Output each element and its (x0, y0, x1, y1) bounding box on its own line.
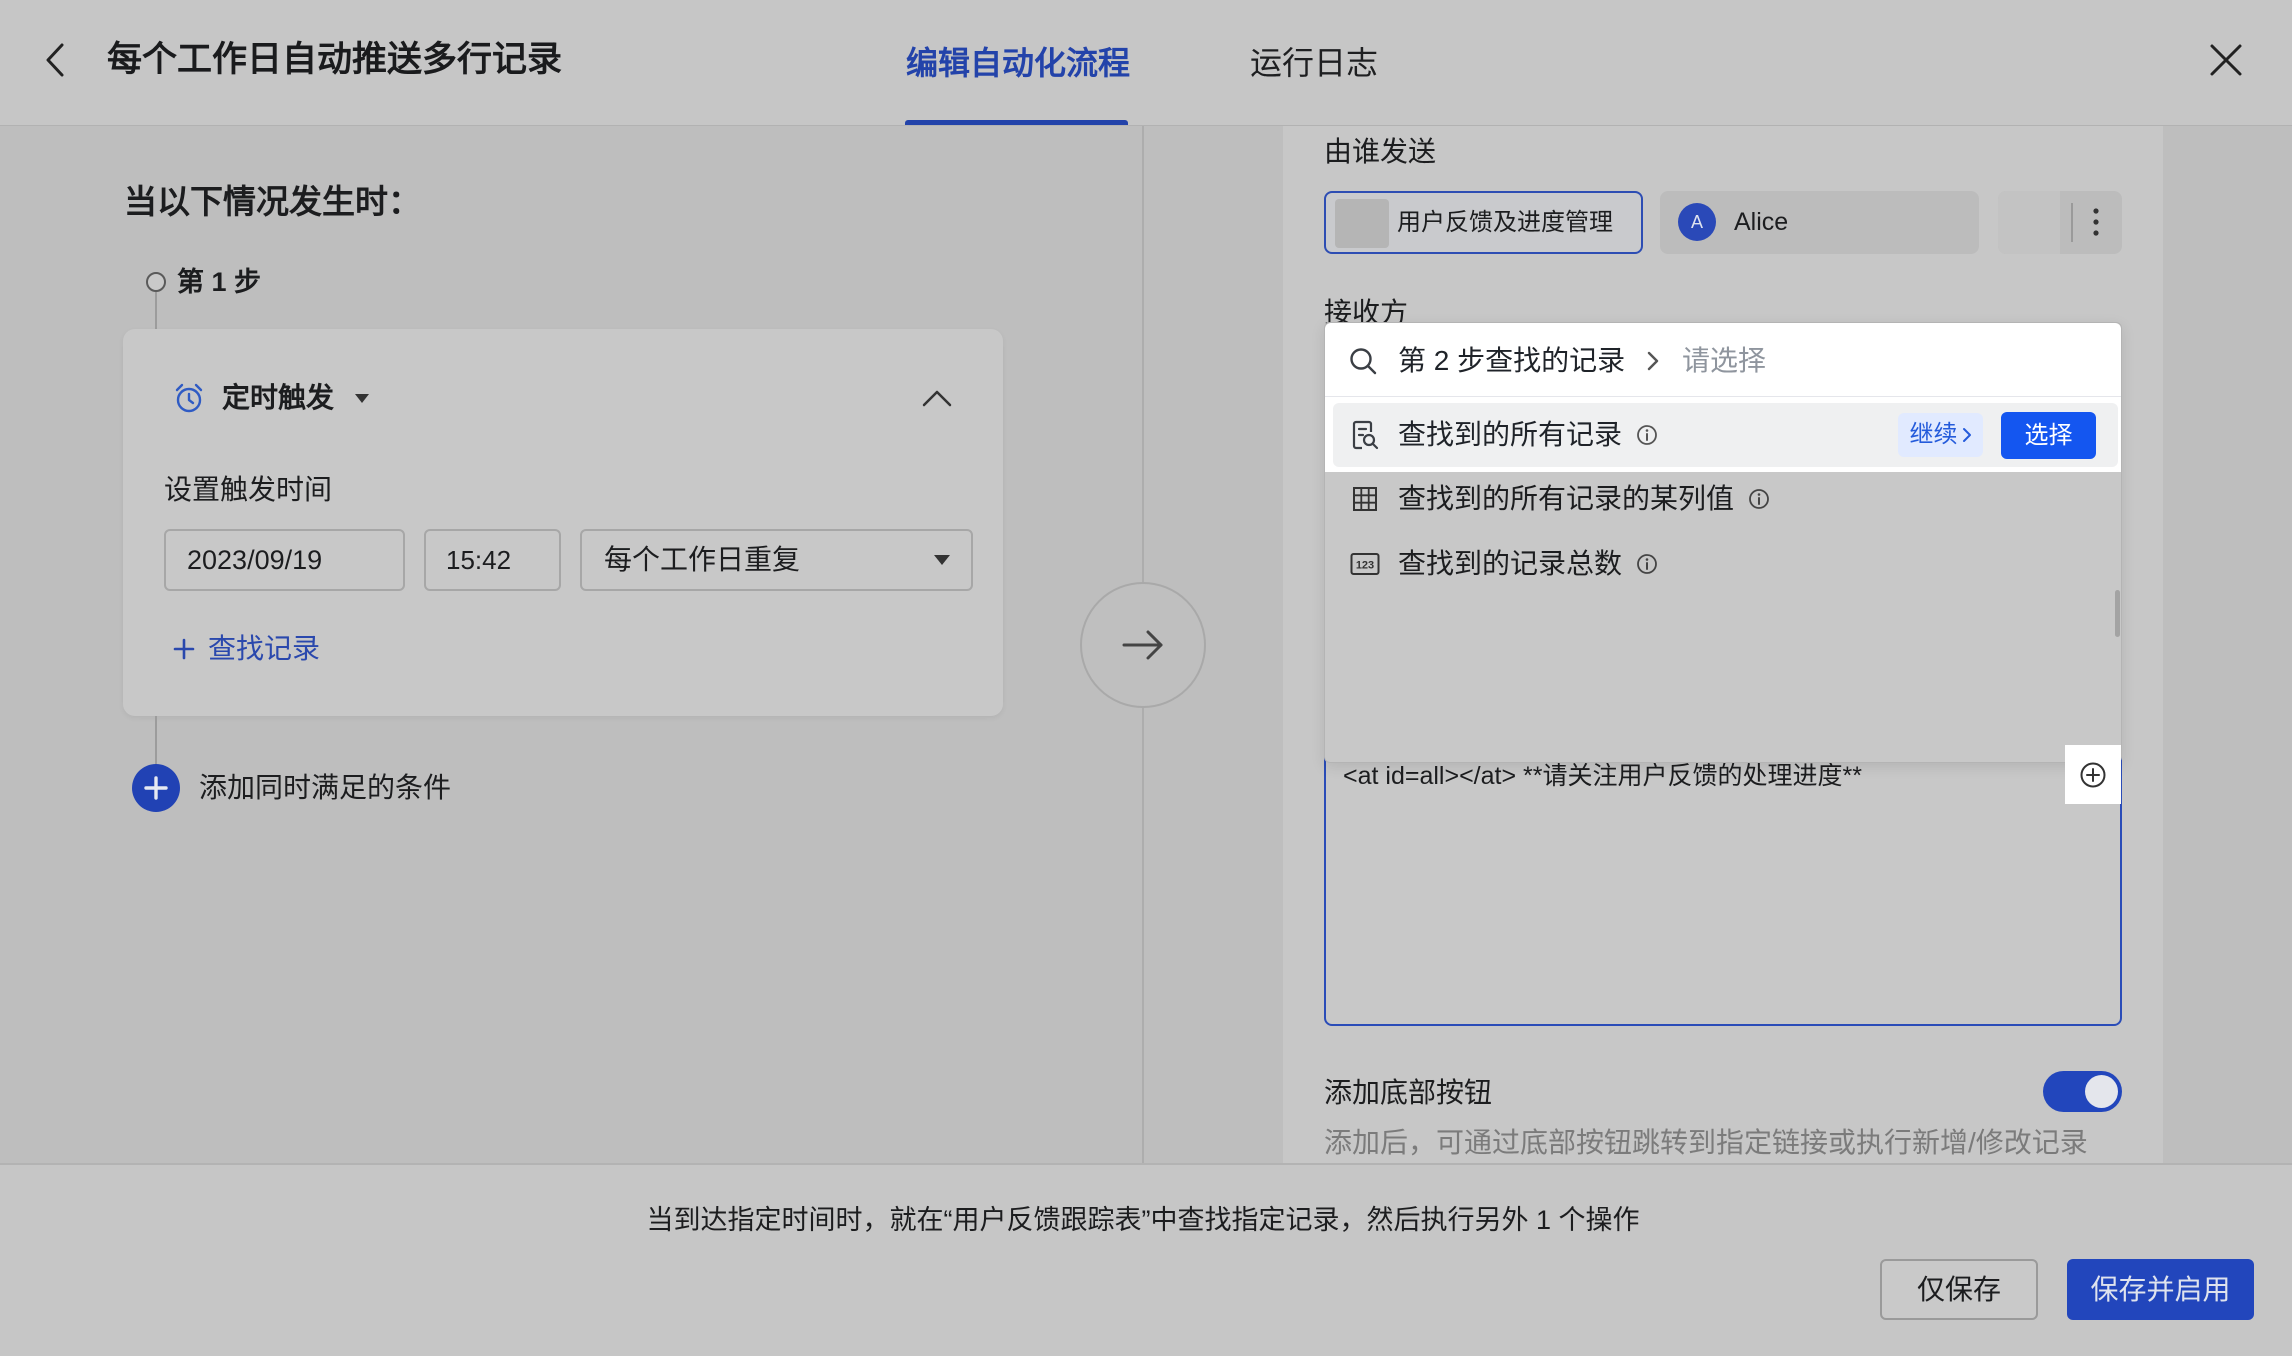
toggle-knob (2085, 1075, 2118, 1108)
add-condition-label: 添加同时满足的条件 (199, 772, 452, 803)
table-grid-icon (1353, 487, 1377, 511)
picker-option-column-values[interactable]: 查找到的所有记录的某列值 (1333, 467, 2118, 531)
chevron-left-icon (46, 43, 64, 77)
bot-avatar-placeholder (1335, 199, 1389, 248)
close-icon (2210, 44, 2242, 76)
save-and-enable-button[interactable]: 保存并启用 (2067, 1259, 2254, 1320)
repeat-select[interactable]: 每个工作日重复 (580, 529, 973, 591)
find-records-label: 查找记录 (208, 633, 321, 664)
app-header: 每个工作日自动推送多行记录 编辑自动化流程 运行日志 (0, 0, 2292, 126)
option-label: 查找到的所有记录的某列值 (1398, 483, 1735, 514)
step-label: 第 1 步 (177, 267, 262, 297)
select-caret-icon (934, 555, 950, 565)
flow-arrow (1080, 582, 1206, 708)
footer-bar: 当到达指定时间时，就在“用户反馈跟踪表”中查找指定记录，然后执行另外 1 个操作… (0, 1163, 2292, 1356)
info-icon[interactable] (1636, 553, 1658, 575)
picker-option-all-records[interactable]: 查找到的所有记录 继续 选择 (1333, 403, 2118, 467)
chevron-right-icon (1647, 351, 1659, 371)
picker-search-divider (1325, 396, 2121, 397)
bottom-button-help: 添加后，可通过底部按钮跳转到指定链接或执行新增/修改记录 (1324, 1127, 2088, 1158)
tab-edit-automation[interactable]: 编辑自动化流程 (906, 43, 1130, 83)
save-only-button[interactable]: 仅保存 (1880, 1259, 2038, 1320)
record-search-icon (1352, 420, 1379, 450)
info-icon[interactable] (1748, 488, 1770, 510)
avatar: A (1678, 203, 1716, 241)
chevron-right-icon (1962, 428, 1971, 442)
picker-search-bar[interactable]: 第 2 步查找的记录 请选择 (1325, 323, 2121, 396)
bottom-button-label: 添加底部按钮 (1324, 1077, 1493, 1108)
plus-circle-icon (2080, 762, 2106, 788)
back-button[interactable] (44, 42, 68, 78)
sender-more-option[interactable] (1998, 191, 2122, 254)
continue-button[interactable]: 继续 (1898, 413, 1983, 457)
number-123-icon: 123 (1350, 553, 1380, 575)
date-value: 2023/09/19 (187, 545, 323, 575)
bottom-button-toggle[interactable] (2043, 1071, 2122, 1112)
plus-icon (173, 638, 195, 660)
sender-bot-name: 用户反馈及进度管理 (1397, 209, 1613, 236)
trigger-heading: 当以下情况发生时： (124, 183, 421, 220)
sender-user-name: Alice (1734, 208, 1789, 236)
sender-user-option[interactable]: A Alice (1660, 191, 1979, 254)
page-title: 每个工作日自动推送多行记录 (107, 40, 563, 79)
chip-separator (2071, 203, 2073, 242)
message-text: <at id=all></at> **请关注用户反馈的处理进度** (1343, 762, 1862, 790)
flow-connector (155, 716, 157, 764)
time-input[interactable]: 15:42 (424, 529, 561, 591)
close-button[interactable] (2209, 43, 2243, 77)
action-panel: 由谁发送 用户反馈及进度管理 A Alice 接收方 第 2 步查找的记录 请选… (1283, 126, 2163, 1163)
tab-run-log[interactable]: 运行日志 (1250, 43, 1378, 83)
picker-breadcrumb-source[interactable]: 第 2 步查找的记录 (1398, 344, 1625, 378)
time-value: 15:42 (446, 545, 512, 575)
continue-label: 继续 (1909, 421, 1958, 448)
active-tab-indicator (905, 120, 1128, 125)
add-condition-button[interactable]: 添加同时满足的条件 (132, 764, 492, 812)
number-icon-text: 123 (1356, 560, 1374, 572)
alarm-clock-icon (175, 383, 203, 413)
sender-bot-option[interactable]: 用户反馈及进度管理 (1324, 191, 1643, 254)
sender-label: 由谁发送 (1324, 136, 1437, 167)
option-label: 查找到的所有记录 (1398, 419, 1623, 450)
find-records-button[interactable]: 查找记录 (173, 632, 373, 666)
trigger-time-label: 设置触发时间 (164, 474, 333, 505)
info-icon[interactable] (1636, 424, 1658, 446)
picker-option-record-count[interactable]: 123 查找到的记录总数 (1333, 532, 2118, 596)
date-input[interactable]: 2023/09/19 (164, 529, 405, 591)
option-placeholder (1998, 191, 2060, 254)
avatar-initial: A (1690, 212, 1703, 232)
automation-summary: 当到达指定时间时，就在“用户反馈跟踪表”中查找指定记录，然后执行另外 1 个操作 (646, 1205, 1640, 1235)
arrow-right-icon (1122, 630, 1163, 660)
trigger-card: 定时触发 设置触发时间 2023/09/19 15:42 每个工作日重复 查找记… (123, 329, 1003, 716)
message-content-input[interactable]: <at id=all></at> **请关注用户反馈的处理进度** (1324, 738, 2122, 1026)
flow-connector (155, 292, 157, 329)
plus-circle-icon (132, 764, 180, 812)
picker-scrollbar[interactable] (2115, 590, 2120, 637)
option-label: 查找到的记录总数 (1398, 548, 1623, 579)
search-icon (1350, 348, 1377, 375)
caret-down-icon[interactable] (355, 394, 369, 403)
record-picker-dropdown: 第 2 步查找的记录 请选择 查找到的所有记录 继续 选择 查找到的所有记录的某… (1324, 322, 2122, 763)
insert-field-button[interactable] (2065, 745, 2121, 804)
repeat-value: 每个工作日重复 (604, 544, 801, 575)
select-button[interactable]: 选择 (2001, 412, 2096, 459)
more-vertical-icon[interactable] (2091, 204, 2101, 240)
picker-search-placeholder: 请选择 (1682, 345, 1767, 376)
step-marker (146, 272, 166, 292)
trigger-type-selector[interactable]: 定时触发 (222, 381, 334, 415)
chevron-up-icon[interactable] (922, 389, 952, 407)
